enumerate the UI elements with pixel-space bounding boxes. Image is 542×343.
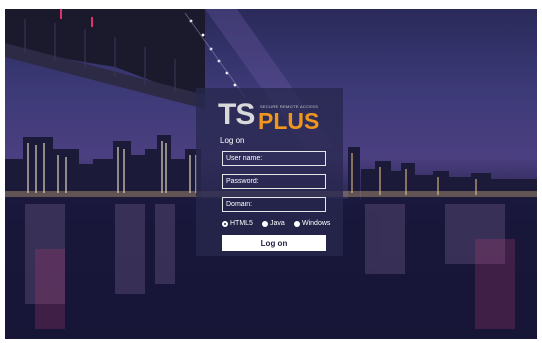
radio-unselected-icon bbox=[294, 220, 300, 227]
domain-input[interactable] bbox=[222, 197, 326, 212]
logo-ts-text: TS bbox=[218, 98, 255, 131]
radio-windows[interactable]: Windows bbox=[294, 220, 330, 227]
radio-html5[interactable]: HTML5 bbox=[222, 220, 253, 227]
radio-java[interactable]: Java bbox=[262, 220, 285, 227]
radio-java-label: Java bbox=[270, 220, 285, 227]
logo-plus-text: PLUS bbox=[258, 108, 320, 134]
radio-html5-label: HTML5 bbox=[230, 220, 253, 227]
radio-windows-label: Windows bbox=[302, 220, 331, 227]
password-input[interactable] bbox=[222, 174, 326, 189]
username-input[interactable] bbox=[222, 151, 326, 166]
tsplus-logo: TS SECURE REMOTE ACCESS PLUS bbox=[218, 98, 330, 134]
client-type-options: HTML5 Java Windows bbox=[222, 220, 340, 230]
log-on-button[interactable]: Log on bbox=[222, 235, 326, 251]
radio-selected-icon bbox=[222, 220, 228, 227]
radio-unselected-icon bbox=[262, 220, 268, 227]
login-title: Log on bbox=[220, 136, 245, 145]
